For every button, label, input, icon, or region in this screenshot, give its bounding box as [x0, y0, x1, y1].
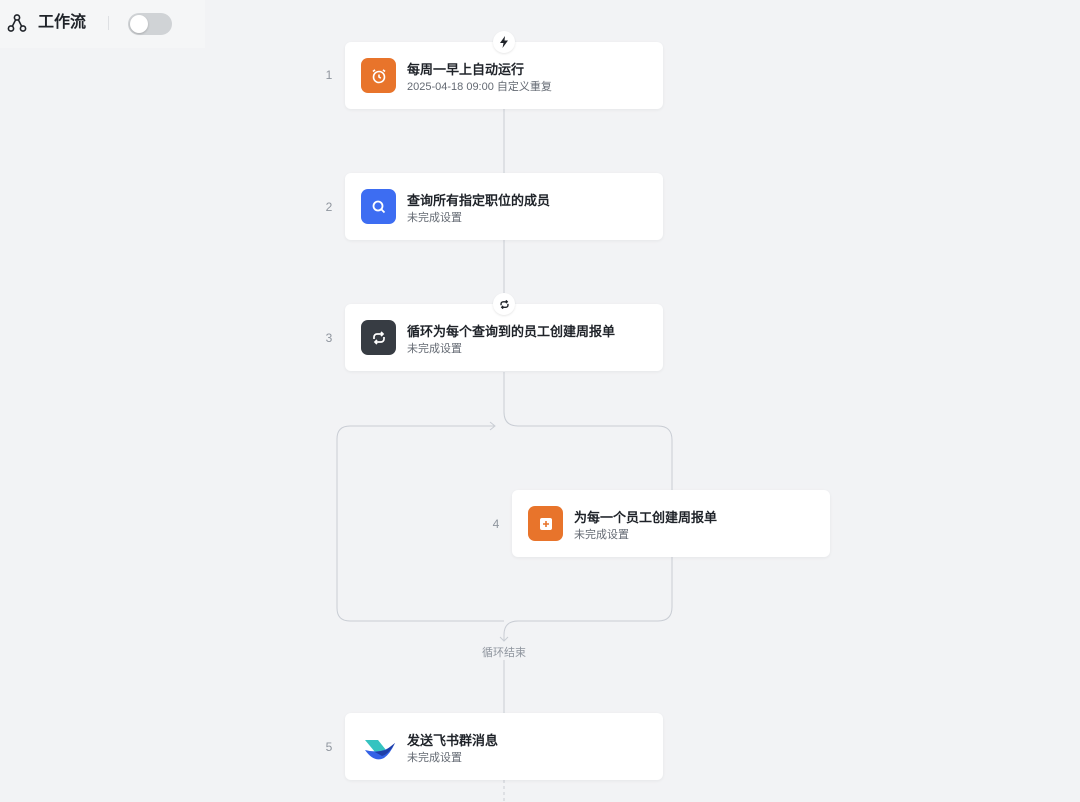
step-number-5: 5: [325, 740, 333, 754]
lightning-icon: [493, 31, 515, 53]
feishu-logo-icon: [361, 729, 396, 764]
step-subtitle: 未完成设置: [407, 752, 462, 764]
step-number-2: 2: [325, 200, 333, 214]
step-number-3: 3: [325, 331, 333, 345]
loop-end-label: 循环结束: [482, 647, 526, 659]
step-card-query[interactable]: 查询所有指定职位的成员 未完成设置: [345, 173, 663, 240]
loop-icon: [361, 320, 396, 355]
loop-badge-icon: [493, 293, 515, 315]
step-title: 每周一早上自动运行: [407, 62, 525, 77]
step-title: 发送飞书群消息: [407, 733, 499, 748]
search-icon: [361, 189, 396, 224]
step-card-send-message[interactable]: 发送飞书群消息 未完成设置: [345, 713, 663, 780]
step-title: 为每一个员工创建周报单: [574, 510, 718, 525]
step-title: 循环为每个查询到的员工创建周报单: [407, 324, 616, 339]
step-subtitle: 2025-04-18 09:00 自定义重复: [407, 81, 552, 93]
step-number-1: 1: [325, 68, 333, 82]
step-subtitle: 未完成设置: [407, 212, 462, 224]
step-card-create-record[interactable]: 为每一个员工创建周报单 未完成设置: [512, 490, 830, 557]
flow-connectors: [336, 109, 673, 802]
step-title: 查询所有指定职位的成员: [407, 193, 551, 208]
step-subtitle: 未完成设置: [407, 343, 462, 355]
step-number-4: 4: [492, 517, 500, 531]
add-record-icon: [528, 506, 563, 541]
step-subtitle: 未完成设置: [574, 529, 629, 541]
alarm-clock-icon: [361, 58, 396, 93]
